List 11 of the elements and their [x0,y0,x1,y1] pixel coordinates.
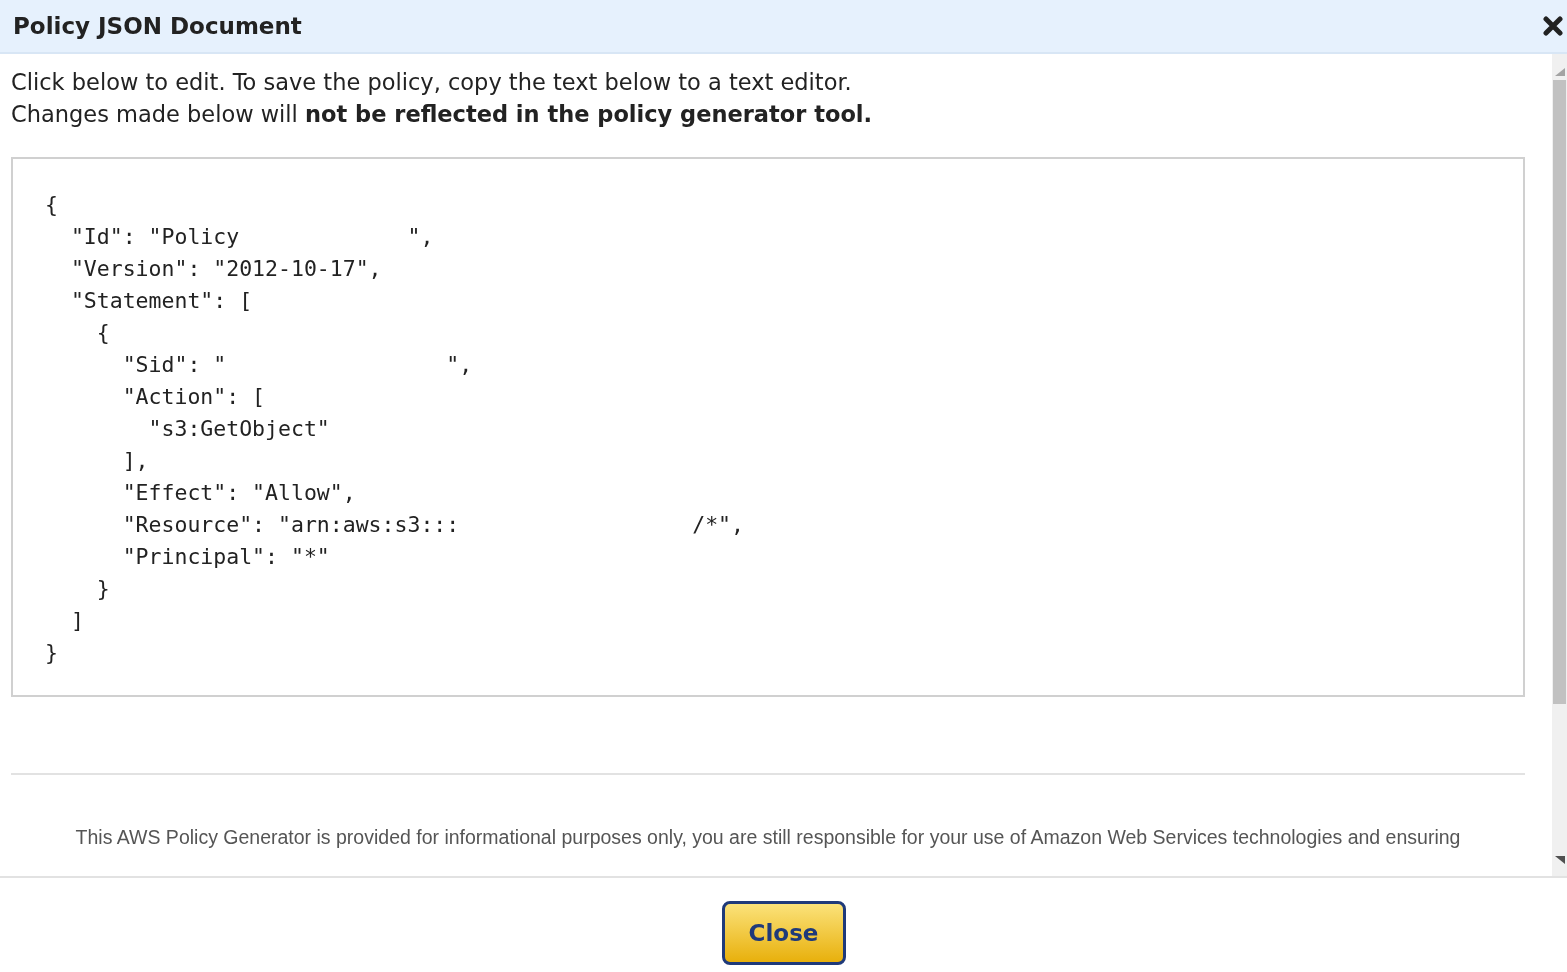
policy-text-area[interactable]: { "Id": "Policy ", "Version": "2012-10-17", "Statement": [ { "Sid": " ", "Action": [ "s3:GetObject" ], "Effect": "Allow", "Resource": "arn:aws:s3::: /*", "Principal": "*" } ] } [11,157,1525,697]
scrollbar[interactable] [1552,54,1567,876]
close-icon[interactable] [1543,16,1563,36]
disclaimer-text: This AWS Policy Generator is provided for informational purposes only, you are still responsible for your use of Amazon Web Services technologies and ensuring [74,826,1462,849]
instruction-text: Click below to edit. To save the policy, copy the text below to a text editor. [11,68,853,97]
instruction-text: Changes made below will not be reflected in the policy generator tool. [11,100,874,129]
dialog-title: Policy JSON Document [13,13,302,39]
scroll-up-arrow-icon[interactable] [1554,68,1565,76]
scrollbar-thumb[interactable] [1553,80,1566,704]
close-button[interactable]: Close [721,901,846,965]
scroll-down-arrow-icon[interactable] [1554,856,1565,864]
